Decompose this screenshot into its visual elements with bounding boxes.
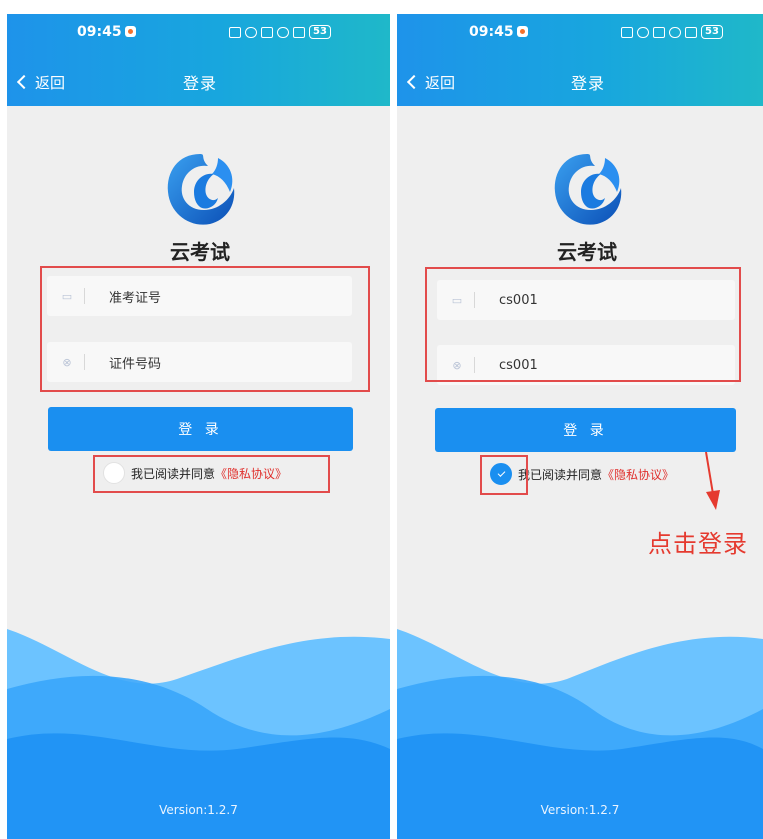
wifi-icon [277,26,289,38]
nfc-icon [229,26,241,38]
agree-checkbox[interactable] [490,463,512,485]
version-label: Version:1.2.7 [159,803,238,817]
privacy-link[interactable]: 《隐私协议》 [602,466,674,483]
back-button[interactable]: 返回 [406,72,455,93]
agree-checkbox[interactable] [103,462,125,484]
exam-number-input[interactable]: ▭ 准考证号 [47,276,352,316]
agreement-row: 我已阅读并同意 《隐私协议》 [490,463,674,485]
battery-icon: 53 [701,25,723,39]
login-button[interactable]: 登 录 [435,408,736,452]
app-name: 云考试 [170,240,230,264]
status-icons: 53 [229,25,331,39]
app-logo [167,154,235,225]
login-button[interactable]: 登 录 [48,407,353,451]
agreement-row: 我已阅读并同意 《隐私协议》 [103,462,287,484]
battery-icon: 53 [309,25,331,39]
id-number-input[interactable]: ⊗ cs001 [437,345,735,385]
app-name: 云考试 [557,240,617,264]
id-card-icon: ▭ [61,289,73,303]
alarm-icon [124,26,136,37]
status-time: 09:45 [469,24,528,40]
vibrate-icon [245,26,257,38]
signal-icon [293,26,305,38]
id-number-input[interactable]: ⊗ 证件号码 [47,342,352,382]
lock-icon: ⊗ [452,358,462,372]
signal-icon [685,26,697,38]
bluetooth-icon [653,26,665,38]
page-title: 登录 [183,74,218,93]
phone-screen-left: 09:45 53 返回 登录 云考试 ▭ 准考证号 ⊗ 证件号码 登 录 我已阅… [7,14,390,839]
exam-number-input[interactable]: ▭ cs001 [437,280,735,320]
status-time: 09:45 [77,24,136,40]
lock-icon: ⊗ [62,355,72,369]
chevron-left-icon [16,74,32,90]
arrow-down-icon [705,451,720,510]
bluetooth-icon [261,26,273,38]
app-logo [554,154,622,225]
nfc-icon [621,26,633,38]
id-card-icon: ▭ [451,293,463,307]
vibrate-icon [637,26,649,38]
version-label: Version:1.2.7 [540,803,620,817]
page-title: 登录 [571,74,606,93]
phone-screen-right: 09:45 53 返回 登录 云考试 ▭ cs001 ⊗ cs001 登 录 我… [397,14,763,839]
status-icons: 53 [621,25,723,39]
wifi-icon [669,26,681,38]
annotation-hint: 点击登录 [648,530,748,558]
alarm-icon [516,26,528,37]
privacy-link[interactable]: 《隐私协议》 [215,465,287,482]
back-button[interactable]: 返回 [16,72,65,93]
chevron-left-icon [406,74,422,90]
header-bar: 09:45 53 返回 登录 [7,14,390,106]
header-bar: 09:45 53 返回 登录 [397,14,763,106]
